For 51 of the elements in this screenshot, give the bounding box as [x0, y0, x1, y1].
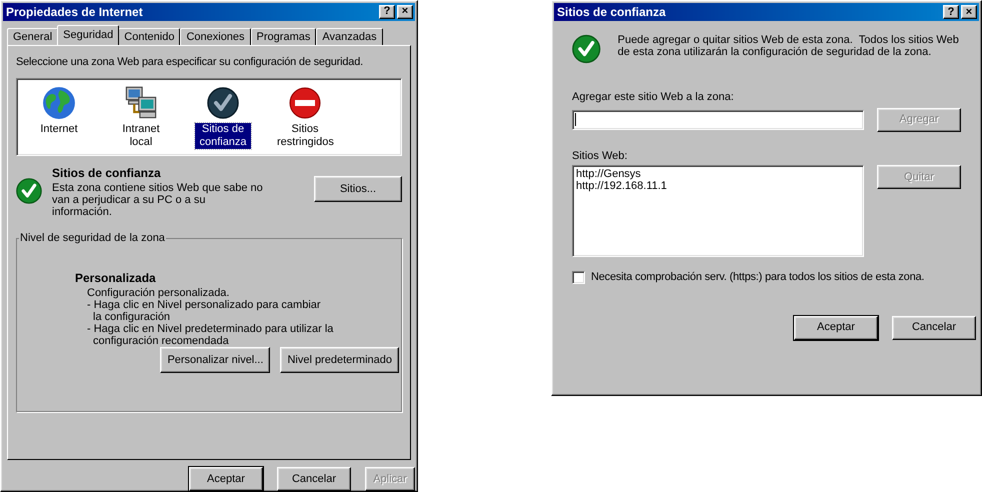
- site-entry[interactable]: http://Gensys: [576, 168, 863, 180]
- help-button[interactable]: ?: [379, 4, 395, 19]
- cancel-button[interactable]: Cancelar: [892, 316, 976, 340]
- default-level-button[interactable]: Nivel predeterminado: [280, 346, 399, 373]
- sites-button[interactable]: Sitios...: [314, 176, 402, 202]
- text-cursor: [575, 113, 576, 126]
- zone-description: Esta zona contiene sitios Web que sabe no van a perjudicar a su PC o a su información.: [52, 182, 264, 218]
- zone-title: Sitios de confianza: [52, 165, 162, 182]
- tab[interactable]: Contenido: [118, 28, 180, 45]
- zone-label: Intranet local: [121, 123, 161, 150]
- globe-icon: [42, 86, 76, 120]
- tab[interactable]: Avanzadas: [316, 28, 383, 45]
- site-input-field[interactable]: [572, 110, 864, 130]
- check-circle-icon: [16, 178, 42, 204]
- level-description-line: configuración recomendada: [92, 334, 230, 347]
- zone-label: Sitios restringidos: [277, 123, 333, 150]
- level-description-line: Configuración personalizada.: [87, 286, 230, 299]
- level-description-line: la configuración: [92, 310, 172, 323]
- add-site-label: Agregar este sitio Web a la zona:: [572, 90, 735, 105]
- zone-item[interactable]: Intranet local: [105, 85, 177, 150]
- tab[interactable]: General: [7, 28, 58, 45]
- zone-label: Sitios de confianza: [195, 123, 251, 150]
- level-title: Personalizada: [75, 270, 157, 287]
- check-circle-icon: [572, 34, 601, 64]
- group-legend: Nivel de seguridad de la zona: [19, 230, 166, 247]
- zone-label: Internet: [39, 123, 79, 136]
- window-title: Propiedades de Internet: [6, 6, 143, 18]
- cancel-button[interactable]: Cancelar: [277, 467, 351, 491]
- ok-button[interactable]: Aceptar: [189, 467, 263, 491]
- level-description-line: - Haga clic en Nivel predeterminado para utilizar la: [87, 322, 334, 335]
- sites-label: Sitios Web:: [572, 148, 628, 164]
- checkbox-label: Necesita comprobación serv. (https:) para todos los sitios de esta zona.: [591, 270, 924, 285]
- zone-item[interactable]: Internet: [23, 85, 95, 136]
- custom-level-button[interactable]: Personalizar nivel...: [160, 346, 270, 373]
- site-entry[interactable]: http://192.168.11.1: [576, 180, 863, 192]
- no-entry-icon: [289, 87, 321, 120]
- tab[interactable]: Programas: [250, 28, 316, 45]
- close-button[interactable]: ×: [397, 4, 413, 19]
- zone-item[interactable]: Sitios restringidos: [269, 85, 341, 150]
- close-button[interactable]: ×: [961, 5, 977, 19]
- tab[interactable]: Seguridad: [57, 24, 120, 45]
- level-description-line: - Haga clic en Nivel personalizado para cambiar: [87, 298, 322, 311]
- window-title: Sitios de confianza: [557, 6, 666, 18]
- help-button[interactable]: ?: [943, 5, 959, 19]
- ok-button[interactable]: Aceptar: [794, 316, 878, 340]
- tab[interactable]: Conexiones: [180, 28, 251, 45]
- checkbox[interactable]: [572, 270, 585, 284]
- zone-item[interactable]: Sitios de confianza: [187, 85, 259, 150]
- instruction-text: Seleccione una zona Web para especificar su configuración de seguridad.: [16, 54, 364, 70]
- dialog-message: Puede agregar o quitar sitios Web de esta zona. Todos los sitios Web de esta zona utilizarán la configuración de seguridad de la zona.: [618, 34, 960, 60]
- check-circle-icon: [207, 87, 239, 120]
